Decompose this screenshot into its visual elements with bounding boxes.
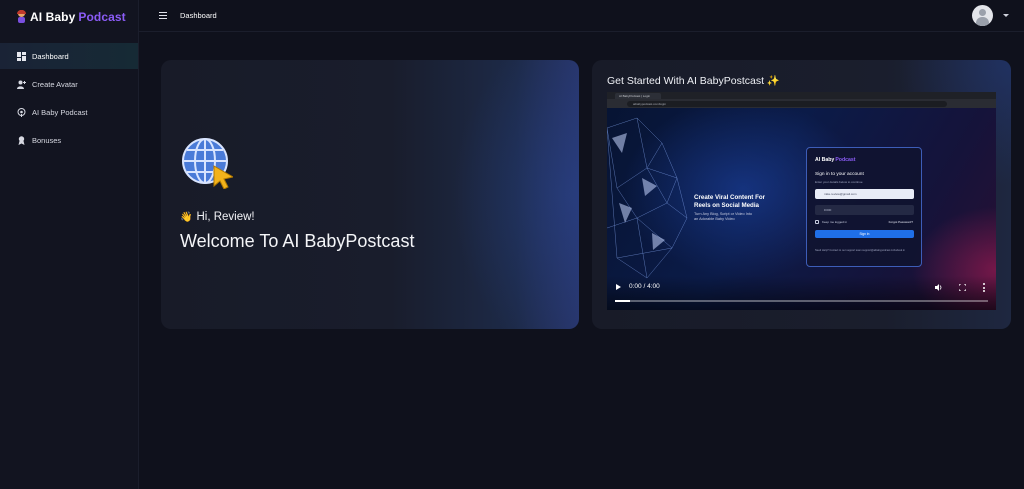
video-hero-title: Create Viral Content For Reels on Social… <box>694 194 766 209</box>
hamburger-menu-icon[interactable] <box>159 12 167 19</box>
video-signin-panel: AI BabyPodcast Sign in to your account E… <box>806 147 922 267</box>
video-browser-url: aibabypodcast.com/login <box>627 100 947 107</box>
signin-remember-label: Keep me logged in <box>822 220 848 224</box>
sidebar-item-create-avatar[interactable]: Create Avatar <box>0 71 138 97</box>
baby-logo-icon <box>17 10 26 23</box>
sidebar-item-label: Bonuses <box>32 135 62 145</box>
volume-icon[interactable] <box>935 284 943 291</box>
sidebar-item-bonuses[interactable]: Bonuses <box>0 127 138 153</box>
app-logo[interactable]: AI Baby Podcast <box>0 0 138 33</box>
sidebar-item-label: Dashboard <box>32 51 69 61</box>
more-options-icon[interactable] <box>983 283 985 292</box>
globe-cursor-icon <box>182 138 233 189</box>
user-avatar[interactable] <box>972 5 993 26</box>
checkbox-icon <box>815 220 819 224</box>
greeting: 👋 Hi, Review! <box>180 211 255 223</box>
signin-remember: Keep me logged in <box>815 220 847 224</box>
signin-email-field: mike.review@gmail.com <box>815 189 914 199</box>
fullscreen-icon[interactable] <box>959 284 966 291</box>
breadcrumb: Dashboard <box>180 11 217 20</box>
video-card-title: Get Started With AI BabyPostcast ✨ <box>607 75 780 87</box>
sidebar-item-ai-baby-podcast[interactable]: AI Baby Podcast <box>0 99 138 125</box>
signin-logo: AI BabyPodcast <box>815 157 856 163</box>
video-progress-fill <box>615 300 630 302</box>
video-player[interactable]: AI BabyPodcast | Login aibabypodcast.com… <box>607 92 996 310</box>
sidebar-nav: Dashboard Create Avatar AI Baby Podcast … <box>0 43 138 153</box>
video-card: Get Started With AI BabyPostcast ✨ AI Ba… <box>592 60 1011 329</box>
video-browser-tabs: AI BabyPodcast | Login <box>607 92 996 99</box>
award-icon <box>17 135 26 145</box>
podcast-icon <box>17 107 26 117</box>
greeting-text: Hi, Review! <box>196 211 255 223</box>
logo-text-podcast: Podcast <box>78 9 126 24</box>
signin-help-text: Need Help? Contact to our support team s… <box>815 249 905 252</box>
sidebar: AI Baby Podcast Dashboard Create Avatar … <box>0 0 139 489</box>
signin-logo-text-ai-baby: AI Baby <box>815 157 835 163</box>
signin-heading: Sign in to your account <box>815 172 864 177</box>
video-time: 0:00 / 4:00 <box>629 283 660 290</box>
top-header: Dashboard <box>139 0 1024 32</box>
signin-subheading: Enter your details below to continue <box>815 180 863 184</box>
signin-forgot-link: Forgot Password? <box>888 220 913 224</box>
video-hero-subtitle: Turn Any Blog, Script or Video Into an A… <box>694 212 753 221</box>
video-browser-bar: aibabypodcast.com/login <box>607 99 996 108</box>
user-plus-icon <box>17 80 26 89</box>
sidebar-item-label: Create Avatar <box>32 79 78 89</box>
video-controls: 0:00 / 4:00 <box>607 276 996 310</box>
play-icon[interactable] <box>616 284 621 290</box>
waving-hand-icon: 👋 <box>180 211 193 223</box>
welcome-title: Welcome To AI BabyPostcast <box>180 231 415 251</box>
signin-password-field: •••••• <box>815 205 914 215</box>
sidebar-item-dashboard[interactable]: Dashboard <box>0 43 138 69</box>
welcome-card: 👋 Hi, Review! Welcome To AI BabyPostcast <box>161 60 579 329</box>
video-progress-bar[interactable] <box>615 300 988 302</box>
signin-logo-text-podcast: Podcast <box>835 157 856 163</box>
dashboard-icon <box>17 51 26 61</box>
chevron-down-icon[interactable] <box>1003 14 1009 17</box>
signin-button: Sign In <box>815 230 914 238</box>
logo-text-ai-baby: AI Baby <box>30 9 76 24</box>
sidebar-item-label: AI Baby Podcast <box>32 107 88 117</box>
